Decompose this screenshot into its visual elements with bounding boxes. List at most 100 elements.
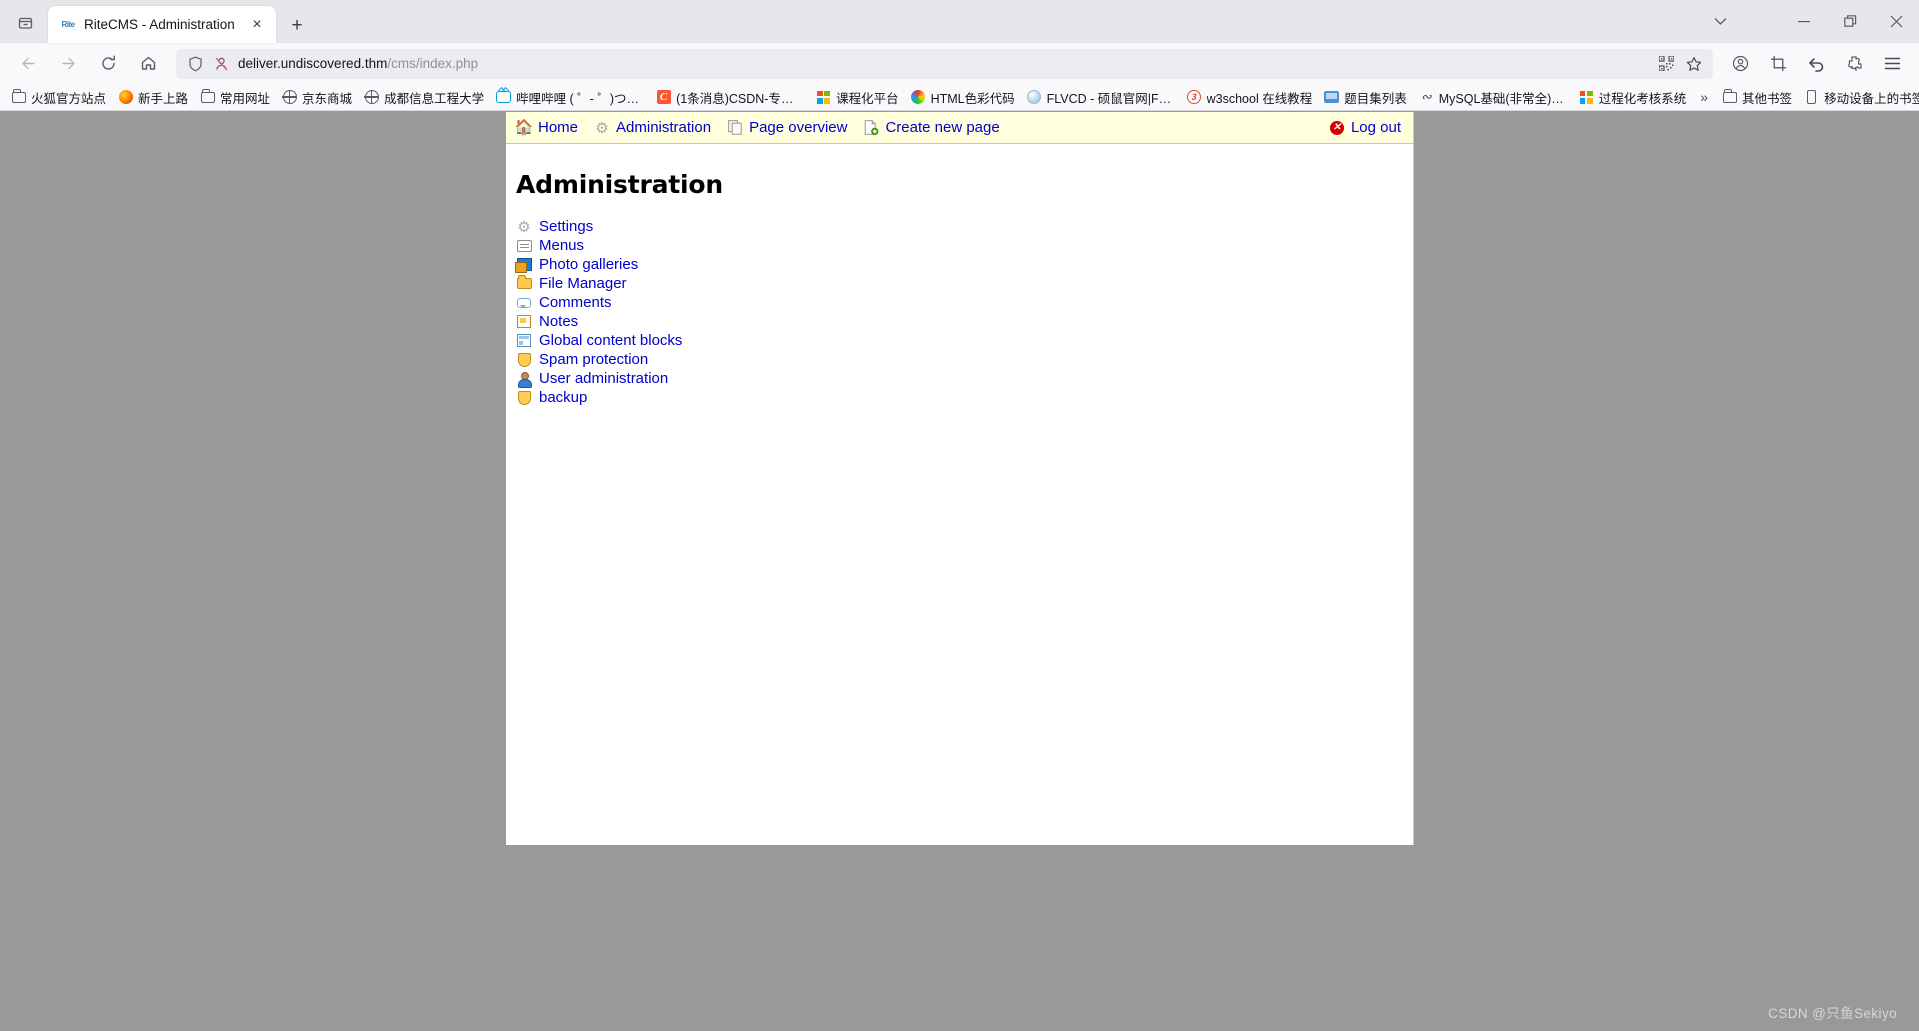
pages-icon <box>727 120 743 136</box>
folder-icon <box>516 275 532 292</box>
nav-page-overview[interactable]: Page overview <box>727 119 847 136</box>
bookmark-item[interactable]: FLVCD - 硕鼠官网|FL... <box>1021 85 1181 110</box>
bookmark-item[interactable]: 成都信息工程大学 <box>358 85 490 110</box>
maximize-button[interactable] <box>1827 4 1873 40</box>
list-all-tabs-icon[interactable] <box>1697 4 1743 40</box>
bookmark-item[interactable]: 哔哩哔哩 ( ゜- ゜)つロ ... <box>490 85 650 110</box>
reload-icon[interactable] <box>91 47 125 81</box>
bookmark-item[interactable]: 3 w3school 在线教程 <box>1181 85 1319 110</box>
bookmark-item[interactable]: 新手上路 <box>112 85 194 110</box>
bookmark-item[interactable]: 题目集列表 <box>1318 85 1413 110</box>
bookmark-mobile-bookmarks[interactable]: 移动设备上的书签 <box>1798 85 1919 110</box>
admin-item-file-manager[interactable]: File Manager <box>516 274 1413 293</box>
admin-item-comments[interactable]: Comments <box>516 293 1413 312</box>
content-block-icon <box>516 333 532 349</box>
admin-item-label[interactable]: File Manager <box>539 275 627 292</box>
admin-item-label[interactable]: Menus <box>539 237 584 254</box>
bookmarks-overflow-icon[interactable]: » <box>1692 86 1716 108</box>
bookmark-label: HTML色彩代码 <box>930 91 1015 106</box>
admin-item-backup[interactable]: backup <box>516 388 1413 407</box>
firefox-icon <box>118 90 133 105</box>
admin-item-label[interactable]: Notes <box>539 313 578 330</box>
new-tab-button[interactable]: + <box>286 14 308 36</box>
admin-item-label[interactable]: Comments <box>539 294 612 311</box>
admin-item-label[interactable]: User administration <box>539 370 668 387</box>
tab-close-icon[interactable]: × <box>246 14 268 36</box>
window-controls <box>1697 0 1919 43</box>
nav-logout[interactable]: ✕ Log out <box>1329 119 1401 136</box>
collections-button[interactable] <box>8 5 42 39</box>
administration-menu-list: ⚙ Settings Menus Photo galleries File Ma… <box>514 217 1413 407</box>
admin-item-label[interactable]: Global content blocks <box>539 332 682 349</box>
puzzle-icon[interactable] <box>1838 48 1870 80</box>
screen-icon <box>1324 90 1340 105</box>
sphere-icon <box>1027 90 1042 105</box>
url-bar[interactable]: deliver.undiscovered.thm/cms/index.php <box>176 48 1713 79</box>
bookmark-item[interactable]: 过程化考核系统 <box>1573 85 1693 110</box>
bookmark-item[interactable]: 京东商城 <box>276 85 358 110</box>
admin-item-label[interactable]: Photo galleries <box>539 256 638 273</box>
hamburger-icon[interactable] <box>1876 48 1908 80</box>
nav-administration[interactable]: ⚙ Administration <box>594 119 711 137</box>
folder-icon <box>11 88 26 105</box>
tracking-protection-off-icon[interactable] <box>212 55 230 73</box>
comment-icon <box>516 295 532 311</box>
url-path: /cms/index.php <box>387 56 479 71</box>
winctl-spacer <box>1743 4 1781 40</box>
home-icon[interactable] <box>131 47 165 81</box>
nav-create-new-page[interactable]: Create new page <box>863 119 1000 136</box>
admin-item-user-administration[interactable]: User administration <box>516 369 1413 388</box>
admin-item-photo-galleries[interactable]: Photo galleries <box>514 255 1413 274</box>
bookmark-item[interactable]: C (1条消息)CSDN-专业I... <box>650 85 810 110</box>
minimize-button[interactable] <box>1781 4 1827 40</box>
browser-tab[interactable]: Rite RiteCMS - Administration × <box>48 6 276 43</box>
admin-item-spam-protection[interactable]: Spam protection <box>516 350 1413 369</box>
browser-navigation-bar: deliver.undiscovered.thm/cms/index.php <box>0 43 1919 84</box>
globe-icon <box>282 89 297 105</box>
close-window-button[interactable] <box>1873 4 1919 40</box>
bookmark-item[interactable]: HTML色彩代码 <box>905 85 1021 110</box>
bookmark-label: 成都信息工程大学 <box>384 91 485 106</box>
forward-arrow-icon[interactable] <box>51 47 85 81</box>
folder-icon <box>200 88 215 105</box>
bookmark-label: 移动设备上的书签 <box>1824 91 1919 106</box>
w3school-icon: 3 <box>1187 90 1202 105</box>
bookmark-item[interactable]: ∾ MySQL基础(非常全) -... <box>1413 85 1573 110</box>
admin-item-global-content-blocks[interactable]: Global content blocks <box>516 331 1413 350</box>
browser-titlebar: Rite RiteCMS - Administration × + <box>0 0 1919 43</box>
microsoft-icon <box>1579 90 1594 105</box>
admin-item-menus[interactable]: Menus <box>516 236 1413 255</box>
new-page-icon <box>863 120 879 136</box>
watermark: CSDN @只鱼Sekiyo <box>1768 1006 1897 1021</box>
cms-content-panel: 🏠 Home ⚙ Administration Page overview Cr… <box>506 112 1414 845</box>
crop-icon[interactable] <box>1762 48 1794 80</box>
shield-icon <box>516 390 532 406</box>
tab-favicon-ritecms: Rite <box>61 20 75 29</box>
shield-icon <box>516 352 532 368</box>
bookmark-item[interactable]: 常用网址 <box>194 85 276 110</box>
back-arrow-icon[interactable] <box>11 47 45 81</box>
undo-arrow-icon[interactable] <box>1800 48 1832 80</box>
bookmark-label: 京东商城 <box>302 91 353 106</box>
admin-item-notes[interactable]: Notes <box>516 312 1413 331</box>
bookmark-label: 哔哩哔哩 ( ゜- ゜)つロ ... <box>516 91 645 106</box>
nav-home[interactable]: 🏠 Home <box>515 119 578 136</box>
admin-item-label[interactable]: Spam protection <box>539 351 648 368</box>
bookmark-item[interactable]: 火狐官方站点 <box>5 85 112 110</box>
page-title: Administration <box>516 170 723 199</box>
qr-code-icon[interactable] <box>1653 51 1679 77</box>
admin-item-settings[interactable]: ⚙ Settings <box>516 217 1413 236</box>
admin-item-label[interactable]: backup <box>539 389 587 406</box>
color-wheel-icon <box>911 90 926 105</box>
star-icon[interactable] <box>1681 51 1707 77</box>
shield-icon[interactable] <box>186 55 204 73</box>
bookmark-other-bookmarks[interactable]: 其他书签 <box>1716 85 1798 110</box>
bookmark-item[interactable]: 课程化平台 <box>810 85 905 110</box>
admin-item-label[interactable]: Settings <box>539 218 593 235</box>
bilibili-icon <box>496 90 512 105</box>
account-icon[interactable] <box>1724 48 1756 80</box>
tab-title: RiteCMS - Administration <box>84 17 235 32</box>
bookmark-label: MySQL基础(非常全) -... <box>1438 91 1567 106</box>
bookmark-label: w3school 在线教程 <box>1206 91 1313 106</box>
url-text[interactable]: deliver.undiscovered.thm/cms/index.php <box>238 56 1645 71</box>
